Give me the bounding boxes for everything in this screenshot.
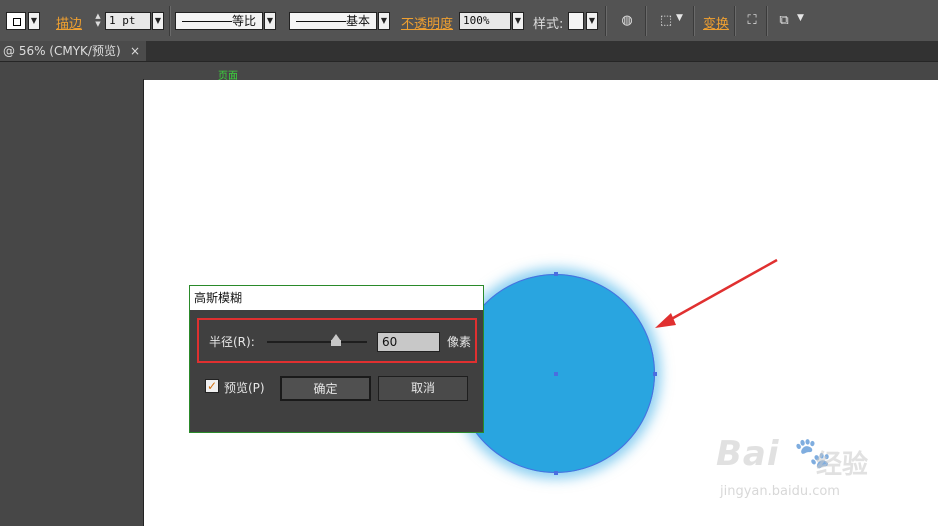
recolor-artwork-icon[interactable]: ◍ [617, 11, 637, 31]
radius-input[interactable]: 60 [377, 332, 440, 352]
red-arrow-annotation [655, 258, 778, 328]
anchor-point-top[interactable] [554, 272, 558, 276]
opacity-label[interactable]: 不透明度 [401, 13, 453, 32]
stroke-profile-select[interactable]: 等比 [175, 12, 263, 30]
style-label: 样式: [533, 17, 564, 32]
radius-label: 半径(R): [209, 335, 255, 349]
opacity-field[interactable]: 100% [459, 12, 511, 30]
style-swatch[interactable] [568, 12, 584, 30]
stroke-profile-dropdown-icon[interactable]: ▼ [264, 12, 276, 30]
gaussian-blur-dialog: 高斯模糊 半径(R): 60 像素 ✓ 预览(P) 确定 取消 [189, 285, 484, 433]
center-point [554, 372, 558, 376]
isolate-group-icon[interactable]: ⛶ [742, 11, 762, 31]
brush-select[interactable]: 基本 [289, 12, 377, 30]
transform-link[interactable]: 变换 [703, 13, 729, 32]
watermark-url: jingyan.baidu.com [720, 484, 840, 499]
arrange-dropdown-icon[interactable]: ▼ [797, 13, 804, 23]
preview-checkbox[interactable]: ✓ [205, 379, 219, 393]
toolbar-separator [605, 6, 607, 36]
toolbar-separator [645, 6, 647, 36]
toolbar-separator [169, 6, 171, 36]
stroke-weight-field[interactable]: 1 pt [105, 12, 151, 30]
opacity-dropdown-icon[interactable]: ▼ [512, 12, 524, 30]
ok-button[interactable]: 确定 [280, 376, 371, 401]
style-dropdown-icon[interactable]: ▼ [586, 12, 598, 30]
anchor-point-right[interactable] [653, 372, 657, 376]
document-tab[interactable]: @ 56% (CMYK/预览) × [0, 41, 146, 61]
control-bar: ▼ 描边 ▲ ▼ 1 pt ▼ 等比 ▼ 基本 ▼ 不透明度 100% ▼ 样式:… [0, 0, 938, 42]
stroke-weight-dropdown-icon[interactable]: ▼ [152, 12, 164, 30]
toolbar-separator [734, 6, 736, 36]
brush-line-preview [296, 21, 346, 22]
watermark-brand: Bai [716, 434, 780, 474]
close-tab-icon[interactable]: × [130, 41, 140, 61]
baidu-jingyan-watermark: Bai 🐾 经验 jingyan.baidu.com [716, 424, 926, 514]
fill-swatch[interactable] [6, 12, 26, 30]
fill-dropdown-icon[interactable]: ▼ [28, 12, 40, 30]
stroke-stepper-icon[interactable]: ▲ ▼ [92, 12, 104, 30]
stroke-profile-label: 等比 [231, 14, 256, 28]
watermark-brand-2: 经验 [816, 450, 869, 480]
dialog-title: 高斯模糊 [190, 286, 483, 310]
stroke-line-preview [182, 21, 232, 22]
document-tab-title: @ 56% (CMYK/预览) [3, 44, 121, 58]
toolbar-separator [766, 6, 768, 36]
stroke-label[interactable]: 描边 [56, 13, 82, 32]
radius-slider-track[interactable] [267, 341, 367, 343]
artboard-label: 页面 [218, 71, 238, 82]
preview-label[interactable]: 预览(P) [224, 379, 265, 396]
brush-dropdown-icon[interactable]: ▼ [378, 12, 390, 30]
document-tab-bar: @ 56% (CMYK/预览) × [0, 41, 938, 62]
arrange-documents-icon[interactable]: ⧉ [774, 11, 794, 31]
align-selection-icon[interactable]: ⬚ [656, 11, 676, 31]
radius-unit-label: 像素 [447, 335, 472, 349]
cancel-button[interactable]: 取消 [378, 376, 468, 401]
align-dropdown-icon[interactable]: ▼ [676, 13, 683, 23]
radius-slider-thumb-body[interactable] [331, 340, 341, 346]
radius-highlight-box: 半径(R): 60 像素 [197, 318, 477, 363]
toolbar-separator [693, 6, 695, 36]
brush-label: 基本 [345, 14, 370, 28]
anchor-point-bottom[interactable] [554, 471, 558, 475]
